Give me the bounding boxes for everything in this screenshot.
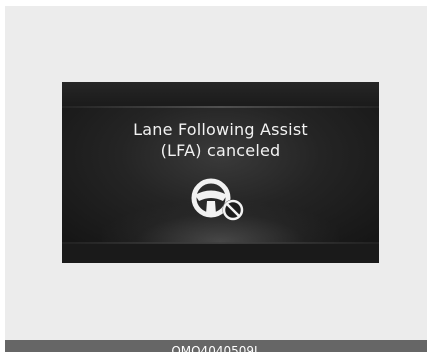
instrument-cluster-display: Lane Following Assist (LFA) canceled bbox=[62, 82, 379, 263]
figure-code: OMQ4040509L bbox=[171, 344, 261, 358]
lfa-message: Lane Following Assist (LFA) canceled bbox=[62, 119, 379, 161]
display-top-band bbox=[62, 82, 379, 106]
steering-wheel-canceled-icon bbox=[189, 176, 253, 226]
figure-code-bar: OMQ4040509L bbox=[5, 340, 427, 357]
message-line-1: Lane Following Assist bbox=[133, 120, 308, 139]
display-bottom-band bbox=[62, 244, 379, 263]
message-line-2: (LFA) canceled bbox=[160, 141, 281, 160]
